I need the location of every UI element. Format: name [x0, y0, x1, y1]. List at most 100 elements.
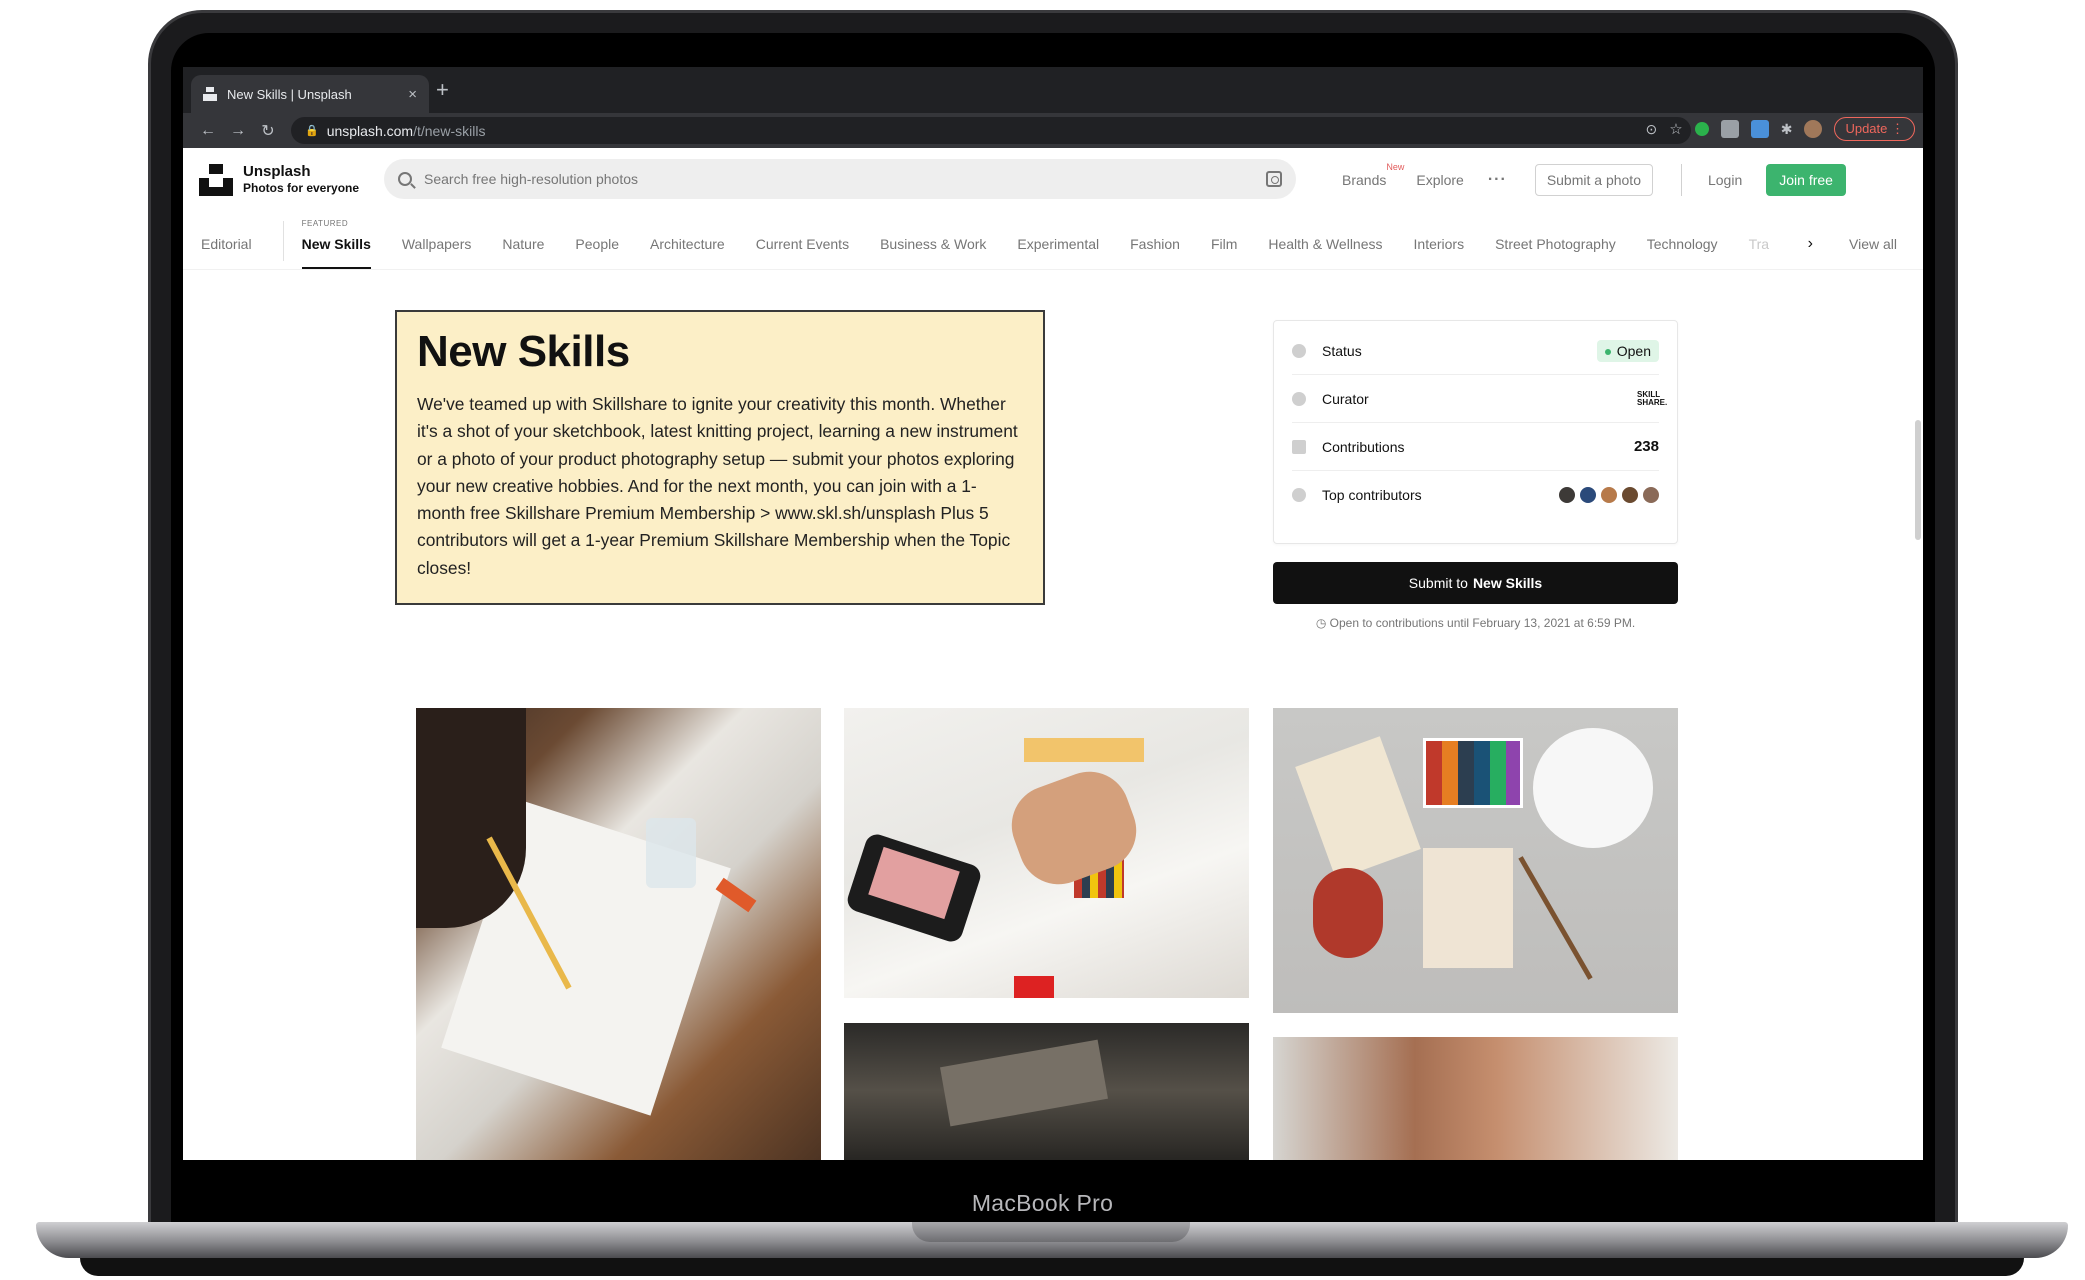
photo-portrait[interactable] — [1273, 1037, 1678, 1160]
status-icon — [1292, 343, 1306, 358]
topic-info-card: Status Open Curator SKILL SHARE. Contrib… — [1273, 320, 1678, 544]
avatar[interactable] — [1559, 487, 1575, 503]
status-row: Status Open — [1292, 327, 1659, 375]
toolbar-right: ⊙ ☆ ✱ Update ⋮ — [1646, 117, 1915, 141]
device-label: MacBook Pro — [971, 1190, 1114, 1216]
curator-label: Curator — [1322, 390, 1369, 407]
lock-icon: 🔒 — [305, 125, 319, 137]
extension-blue-icon[interactable] — [1750, 120, 1769, 138]
extension-grey-icon[interactable] — [1720, 120, 1739, 138]
chevron-right-icon[interactable]: › — [1808, 235, 1813, 253]
topic-business-work[interactable]: Business & Work — [880, 236, 986, 269]
topics-nav: Editorial FEATURED New Skills Wallpapers … — [183, 212, 1923, 270]
visual-search-icon[interactable] — [1266, 171, 1282, 187]
avatar[interactable] — [1804, 120, 1823, 138]
topic-fashion[interactable]: Fashion — [1130, 236, 1180, 269]
status-badge: Open — [1596, 339, 1659, 362]
photo-phone-swatch[interactable] — [844, 708, 1249, 998]
topic-wallpapers[interactable]: Wallpapers — [402, 236, 472, 269]
reload-button[interactable]: ↻ — [253, 121, 283, 141]
avatar[interactable] — [1580, 487, 1596, 503]
forward-button[interactable]: → — [223, 122, 253, 140]
photo-drawing-hands[interactable] — [416, 708, 821, 1160]
close-icon[interactable]: × — [408, 86, 417, 103]
search-placeholder: Search free high-resolution photos — [424, 171, 639, 187]
unsplash-favicon-icon — [203, 87, 217, 101]
curator-icon — [1292, 391, 1306, 406]
topic-health-wellness[interactable]: Health & Wellness — [1268, 236, 1382, 269]
submit-to-topic-button[interactable]: Submit to New Skills — [1273, 562, 1678, 604]
logo-text[interactable]: Unsplash Photos for everyone — [243, 164, 359, 196]
topic-current-events[interactable]: Current Events — [756, 236, 849, 269]
brand-tagline: Photos for everyone — [243, 181, 360, 195]
avatar[interactable] — [1643, 487, 1659, 503]
browser-window: New Skills | Unsplash × + ← → ↻ 🔒 unspla… — [183, 67, 1923, 1160]
contributor-avatars — [1559, 487, 1659, 503]
url-path: /t/new-skills — [413, 122, 486, 139]
url-host: unsplash.com — [326, 122, 414, 139]
new-badge: New — [1386, 162, 1405, 172]
topic-nature[interactable]: Nature — [502, 236, 544, 269]
explore-link[interactable]: Explore — [1416, 172, 1463, 188]
bookmark-star-icon[interactable]: ☆ — [1669, 120, 1682, 138]
featured-label: FEATURED — [301, 219, 349, 228]
photo-watercolor-set[interactable] — [1273, 708, 1678, 1013]
topic-people[interactable]: People — [575, 236, 619, 269]
topic-street-photography[interactable]: Street Photography — [1495, 236, 1616, 269]
tab-title: New Skills | Unsplash — [227, 86, 352, 102]
browser-toolbar: ← → ↻ 🔒 unsplash.com/t/new-skills ⊙ ☆ ✱ … — [183, 113, 1923, 148]
topics-divider — [282, 221, 284, 261]
scrollbar[interactable] — [1915, 420, 1921, 540]
topic-architecture[interactable]: Architecture — [650, 236, 725, 269]
topic-editorial[interactable]: Editorial — [201, 236, 252, 269]
back-button[interactable]: ← — [193, 122, 223, 140]
top-contributors-label: Top contributors — [1322, 487, 1422, 503]
skillshare-logo[interactable]: SKILL SHARE. — [1637, 390, 1667, 407]
topic-experimental[interactable]: Experimental — [1017, 236, 1099, 269]
more-menu-button[interactable]: ··· — [1488, 171, 1507, 189]
avatar[interactable] — [1622, 487, 1638, 503]
top-contributors-row: Top contributors — [1292, 471, 1659, 519]
submit-photo-button[interactable]: Submit a photo — [1534, 164, 1653, 196]
puzzle-icon[interactable]: ✱ — [1781, 121, 1793, 138]
laptop-shadow — [80, 1258, 2024, 1276]
topic-technology[interactable]: Technology — [1647, 236, 1718, 269]
topic-truncated[interactable]: Tra — [1749, 236, 1769, 269]
curator-row: Curator SKILL SHARE. — [1292, 375, 1667, 423]
topic-hero: New Skills We've teamed up with Skillsha… — [395, 310, 1045, 605]
extension-green-icon[interactable] — [1694, 122, 1709, 136]
photos-icon — [1292, 439, 1306, 454]
search-input[interactable]: Search free high-resolution photos — [384, 159, 1296, 199]
address-bar[interactable]: 🔒 unsplash.com/t/new-skills — [291, 117, 1691, 144]
clock-icon: ◷ — [1315, 616, 1327, 630]
update-button[interactable]: Update ⋮ — [1834, 117, 1915, 141]
contributions-row: Contributions 238 — [1292, 423, 1659, 471]
contributions-count: 238 — [1633, 438, 1659, 455]
view-all-link[interactable]: View all — [1849, 236, 1897, 252]
topic-content: New Skills We've teamed up with Skillsha… — [183, 270, 1923, 1160]
users-icon — [1292, 488, 1306, 502]
avatar[interactable] — [1601, 487, 1617, 503]
brand-name: Unsplash — [243, 163, 311, 180]
photo-dark-tools[interactable] — [844, 1023, 1249, 1160]
header-links: Brands New Explore ··· Submit a photo Log… — [1342, 148, 1846, 212]
login-link[interactable]: Login — [1708, 172, 1742, 188]
laptop-notch — [912, 1222, 1190, 1242]
topic-film[interactable]: Film — [1211, 236, 1237, 269]
join-free-button[interactable]: Join free — [1766, 164, 1846, 196]
brands-link[interactable]: Brands New — [1342, 162, 1404, 188]
site-header: Unsplash Photos for everyone Search free… — [183, 148, 1923, 212]
unsplash-logo-icon[interactable] — [199, 164, 233, 196]
contributions-label: Contributions — [1322, 438, 1405, 455]
deadline-text: ◷ Open to contributions until February 1… — [1315, 616, 1636, 630]
search-icon[interactable] — [398, 172, 412, 186]
topic-description: We've teamed up with Skillshare to ignit… — [417, 394, 1018, 578]
topic-new-skills[interactable]: FEATURED New Skills — [301, 219, 371, 269]
location-icon[interactable]: ⊙ — [1646, 121, 1658, 138]
browser-tab[interactable]: New Skills | Unsplash × — [191, 75, 429, 113]
macbook-device: MacBook Pro New Skills | Unsplash × + ← … — [0, 0, 2085, 1280]
new-tab-button[interactable]: + — [436, 77, 449, 103]
status-label: Status — [1322, 342, 1362, 359]
topic-interiors[interactable]: Interiors — [1414, 236, 1465, 269]
tab-bar: New Skills | Unsplash × + — [183, 67, 1923, 113]
